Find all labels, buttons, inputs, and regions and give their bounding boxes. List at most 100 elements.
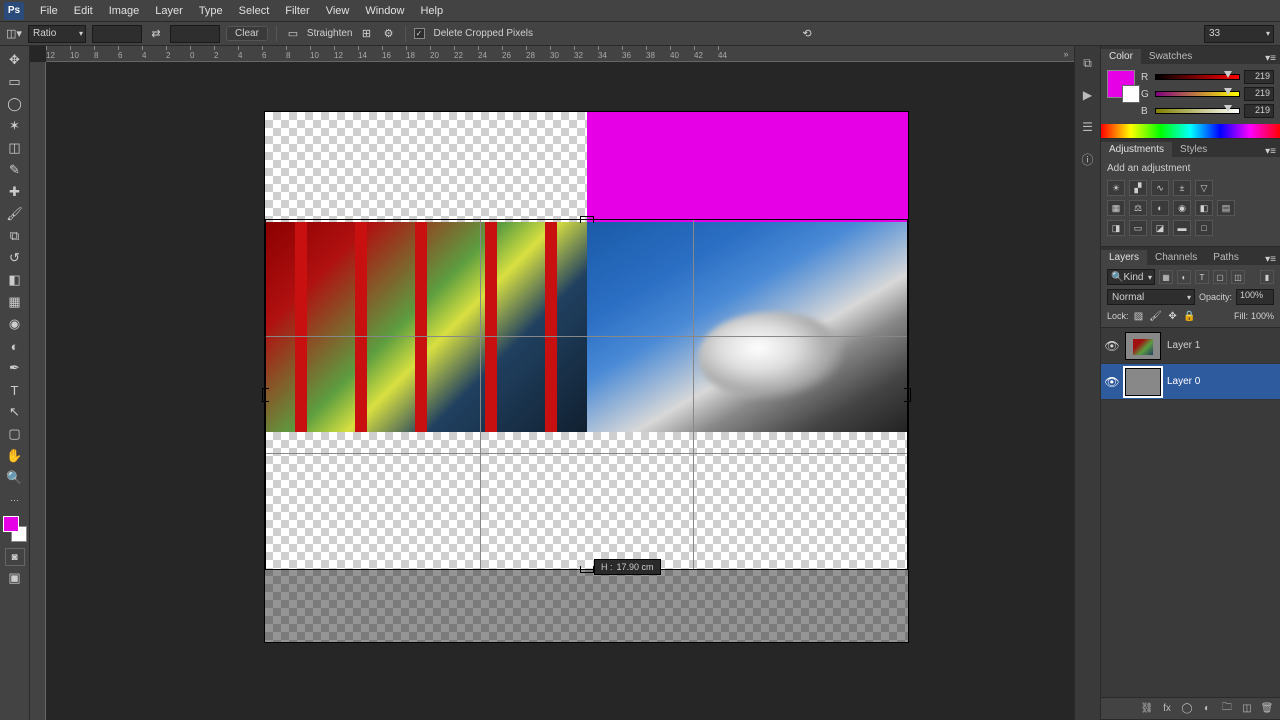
clear-button[interactable]: Clear [226,26,268,41]
menu-filter[interactable]: Filter [277,5,317,17]
new-layer-icon[interactable]: ◫ [1240,702,1254,716]
layer-thumbnail[interactable] [1125,332,1161,360]
hand-tool[interactable]: ✋ [3,446,27,466]
blend-mode-dropdown[interactable]: Normal [1107,289,1195,305]
vibrance-icon[interactable]: ▽ [1195,180,1213,196]
layer-mask-icon[interactable]: ◯ [1180,702,1194,716]
brush-tool[interactable]: 🖌 [3,204,27,224]
document-viewport[interactable]: ↕ H : 17.90 cm [46,62,1074,720]
reset-crop-icon[interactable]: ⟲ [799,26,815,42]
crop-tool[interactable]: ◫ [3,138,27,158]
history-brush-tool[interactable]: ↺ [3,248,27,268]
overlay-options-icon[interactable]: ⊞ [359,26,375,42]
eyedropper-tool[interactable]: ✎ [3,160,27,180]
quick-mask-toggle[interactable]: ◙ [5,548,25,566]
layers-panel-menu-icon[interactable]: ▾≡ [1261,254,1280,265]
crop-preset-dropdown[interactable]: Ratio [28,25,86,43]
b-value-input[interactable]: 219 [1244,104,1274,118]
delete-layer-icon[interactable]: 🗑 [1260,702,1274,716]
b-slider[interactable] [1155,106,1240,116]
history-panel-icon[interactable]: ⧉ [1079,54,1097,72]
filter-type-icon[interactable]: T [1195,270,1209,284]
layer-thumbnail[interactable] [1125,368,1161,396]
menu-view[interactable]: View [318,5,358,17]
menu-help[interactable]: Help [412,5,451,17]
healing-brush-tool[interactable]: ✚ [3,182,27,202]
tab-color[interactable]: Color [1101,49,1141,64]
tab-layers[interactable]: Layers [1101,250,1147,265]
lasso-tool[interactable]: ◯ [3,94,27,114]
gradient-map-icon[interactable]: ▬ [1173,220,1191,236]
tab-styles[interactable]: Styles [1172,142,1215,157]
filter-shape-icon[interactable]: ▢ [1213,270,1227,284]
brightness-contrast-icon[interactable]: ☀ [1107,180,1125,196]
threshold-icon[interactable]: ◪ [1151,220,1169,236]
filter-toggle-switch[interactable]: ▮ [1260,270,1274,284]
filter-adjustment-icon[interactable]: ◐ [1177,270,1191,284]
gradient-tool[interactable]: ▦ [3,292,27,312]
eraser-tool[interactable]: ◧ [3,270,27,290]
layer-filter-kind-dropdown[interactable]: 🔍 Kind [1107,269,1155,285]
channel-mixer-icon[interactable]: ◧ [1195,200,1213,216]
menu-edit[interactable]: Edit [66,5,101,17]
link-layers-icon[interactable]: ⛓ [1140,702,1154,716]
invert-icon[interactable]: ◨ [1107,220,1125,236]
color-lookup-icon[interactable]: ▤ [1217,200,1235,216]
curves-icon[interactable]: ∿ [1151,180,1169,196]
crop-options-icon[interactable]: ⚙ [381,26,397,42]
fill-input[interactable]: 100% [1251,311,1274,321]
exposure-icon[interactable]: ± [1173,180,1191,196]
move-tool[interactable]: ✥ [3,50,27,70]
layer-item[interactable]: 👁 Layer 0 [1101,364,1280,400]
clone-stamp-tool[interactable]: ⧉ [3,226,27,246]
menu-image[interactable]: Image [101,5,148,17]
swap-dimensions-icon[interactable]: ⇄ [148,26,164,42]
layer-name[interactable]: Layer 0 [1167,376,1200,387]
tab-swatches[interactable]: Swatches [1141,49,1200,64]
layer-style-icon[interactable]: fx [1160,702,1174,716]
properties-panel-icon[interactable]: ☰ [1079,118,1097,136]
actions-panel-icon[interactable]: ▶ [1079,86,1097,104]
levels-icon[interactable]: ▞ [1129,180,1147,196]
dodge-tool[interactable]: ◐ [3,336,27,356]
selective-color-icon[interactable]: □ [1195,220,1213,236]
color-balance-icon[interactable]: ⚖ [1129,200,1147,216]
delete-cropped-checkbox[interactable]: ✓ [414,28,425,39]
r-slider[interactable] [1155,72,1240,82]
visibility-toggle-icon[interactable]: 👁 [1105,339,1119,353]
blur-tool[interactable]: ◉ [3,314,27,334]
layer-name[interactable]: Layer 1 [1167,340,1200,351]
type-tool[interactable]: T [3,380,27,400]
filter-smart-icon[interactable]: ◫ [1231,270,1245,284]
screen-mode-icon[interactable]: ▣ [3,568,27,588]
g-value-input[interactable]: 219 [1244,87,1274,101]
tab-paths[interactable]: Paths [1205,250,1247,265]
crop-width-input[interactable] [92,25,142,43]
menu-file[interactable]: File [32,5,66,17]
tab-adjustments[interactable]: Adjustments [1101,142,1172,157]
menu-type[interactable]: Type [191,5,231,17]
path-selection-tool[interactable]: ↖ [3,402,27,422]
lock-all-icon[interactable]: 🔒 [1183,309,1197,323]
shape-tool[interactable]: ▢ [3,424,27,444]
straighten-icon[interactable]: ▭ [285,26,301,42]
lock-position-icon[interactable]: ✥ [1166,309,1180,323]
color-swatches[interactable] [3,516,27,542]
hue-saturation-icon[interactable]: ▦ [1107,200,1125,216]
menu-layer[interactable]: Layer [147,5,191,17]
pen-tool[interactable]: ✒ [3,358,27,378]
visibility-toggle-icon[interactable]: 👁 [1105,375,1119,389]
info-panel-icon[interactable]: ⓘ [1079,150,1097,168]
crop-tool-icon[interactable]: ◫▾ [6,26,22,42]
foreground-color-swatch[interactable] [3,516,19,532]
g-slider[interactable] [1155,89,1240,99]
marquee-tool[interactable]: ▭ [3,72,27,92]
black-white-icon[interactable]: ◐ [1151,200,1169,216]
menu-window[interactable]: Window [357,5,412,17]
layer-item[interactable]: 👁 Layer 1 [1101,328,1280,364]
magic-wand-tool[interactable]: ✶ [3,116,27,136]
edit-toolbar-icon[interactable]: ⋯ [3,490,27,510]
zoom-tool[interactable]: 🔍 [3,468,27,488]
photo-filter-icon[interactable]: ◉ [1173,200,1191,216]
tab-channels[interactable]: Channels [1147,250,1205,265]
